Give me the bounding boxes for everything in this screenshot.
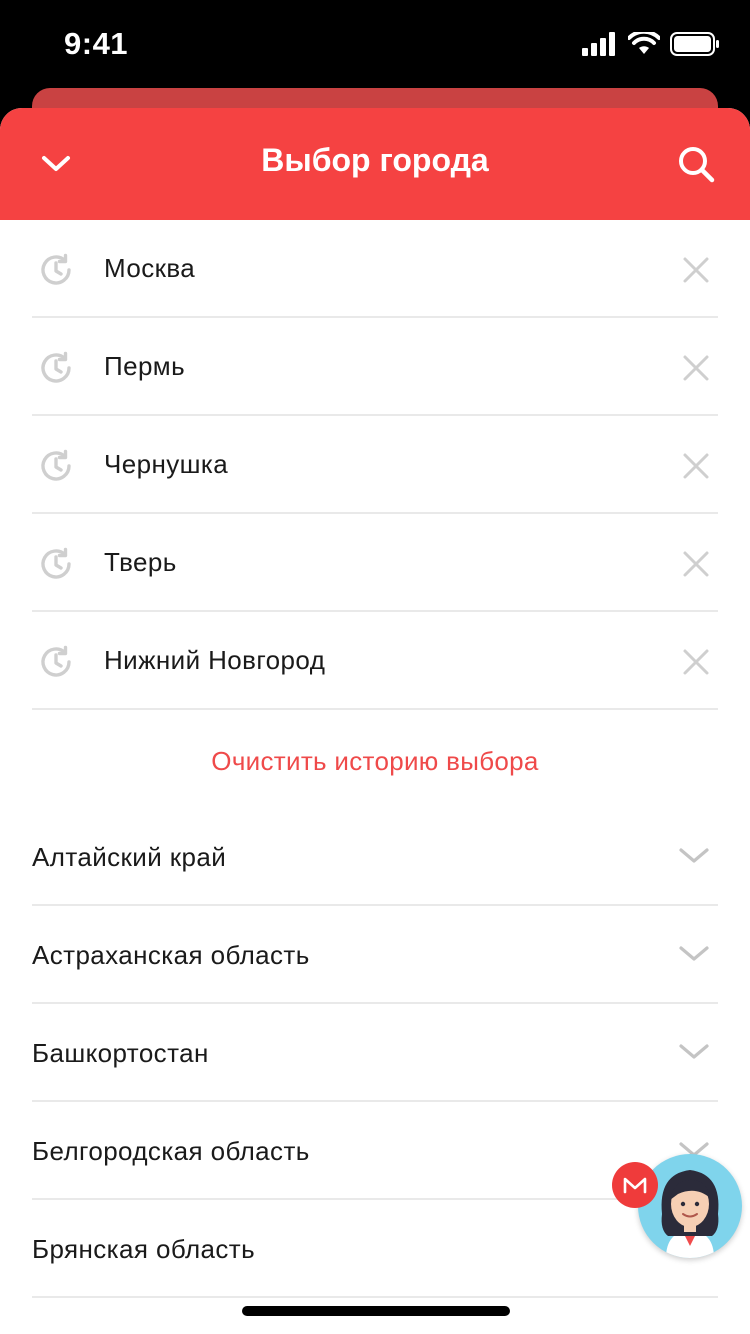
- history-item[interactable]: Пермь: [32, 318, 718, 416]
- history-city-label: Тверь: [104, 547, 177, 577]
- close-icon[interactable]: [680, 450, 712, 482]
- history-city-label: Чернушка: [104, 449, 229, 479]
- chevron-down-icon: [679, 848, 709, 863]
- history-clock-icon: [41, 253, 71, 285]
- region-label: Белгородская область: [32, 1136, 310, 1166]
- history-city-label: Пермь: [104, 351, 186, 381]
- page-title: Выбор города: [261, 142, 489, 178]
- assistant-badge: [612, 1162, 658, 1208]
- history-clock-icon: [41, 645, 71, 677]
- home-indicator: [242, 1306, 510, 1316]
- history-item[interactable]: Чернушка: [32, 416, 718, 514]
- close-icon[interactable]: [680, 352, 712, 384]
- header: Выбор города: [0, 108, 750, 220]
- status-bar: 9:41: [0, 0, 750, 90]
- search-icon: [679, 147, 715, 183]
- assistant-portrait-icon: [661, 1170, 719, 1258]
- assistant-button[interactable]: [612, 1154, 744, 1258]
- history-list: Москва Пермь Чернушка Тверь Нижний Новго…: [0, 220, 750, 710]
- signal-icon: [582, 32, 615, 56]
- region-item[interactable]: Алтайский край: [32, 808, 718, 906]
- history-clock-icon: [41, 351, 71, 383]
- close-icon[interactable]: [680, 646, 712, 678]
- history-item[interactable]: Москва: [32, 220, 718, 318]
- wifi-icon: [628, 32, 660, 54]
- history-city-label: Нижний Новгород: [104, 645, 326, 675]
- region-item[interactable]: Астраханская область: [32, 906, 718, 1004]
- region-label: Башкортостан: [32, 1038, 209, 1068]
- chevron-down-icon: [679, 1044, 709, 1059]
- history-city-label: Москва: [104, 253, 196, 283]
- close-icon[interactable]: [680, 254, 712, 286]
- status-icons: [582, 32, 720, 56]
- history-clock-icon: [41, 547, 71, 579]
- history-clock-icon: [41, 449, 71, 481]
- status-time: 9:41: [64, 26, 129, 61]
- region-label: Брянская область: [32, 1234, 256, 1264]
- chevron-down-icon: [679, 946, 709, 961]
- region-label: Астраханская область: [32, 940, 310, 970]
- brand-logo-icon: [623, 1177, 647, 1194]
- battery-icon: [670, 32, 719, 56]
- close-icon[interactable]: [680, 548, 712, 580]
- region-item[interactable]: Башкортостан: [32, 1004, 718, 1102]
- assistant-avatar: [638, 1154, 742, 1258]
- history-item[interactable]: Тверь: [32, 514, 718, 612]
- clear-history-button[interactable]: Очистить историю выбора: [0, 746, 750, 806]
- history-item[interactable]: Нижний Новгород: [32, 612, 718, 710]
- search-button[interactable]: [668, 136, 724, 192]
- city-selection-sheet: Выбор города Москва Пермь Чернушка Тверь…: [0, 108, 750, 1334]
- region-label: Алтайский край: [32, 842, 227, 872]
